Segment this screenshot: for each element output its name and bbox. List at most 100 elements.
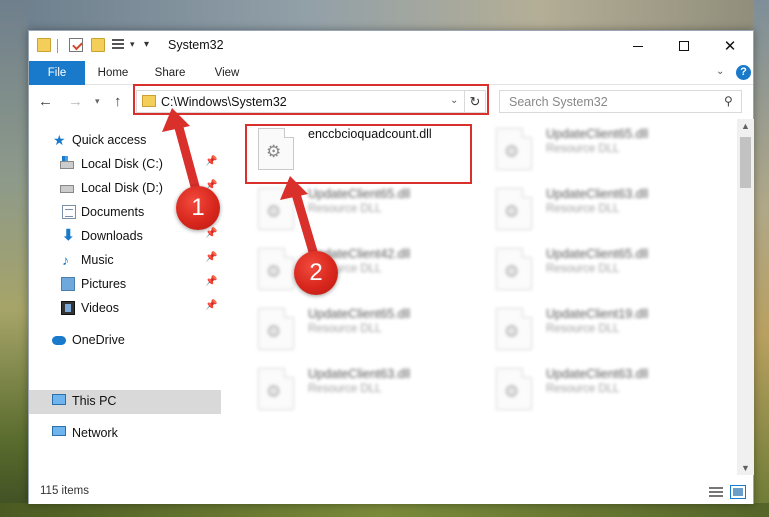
sidebar-item-videos[interactable]: Videos 📌 [29,297,221,320]
maximize-button[interactable] [661,31,707,61]
pin-icon[interactable]: 📌 [205,156,217,167]
close-button[interactable]: ✕ [707,31,753,61]
file-name: UpdateClient65.dll [546,127,649,141]
maximize-icon [679,41,689,51]
gear-icon: ⚙ [266,202,282,221]
large-icons-view-icon[interactable] [730,485,746,499]
sidebar-item-label: Local Disk (C:) [81,157,163,171]
forward-arrow-icon[interactable]: → [68,93,83,110]
file-item[interactable]: ⚙ UpdateClient63.dll Resource DLL [485,359,715,411]
dll-file-icon: ⚙ [496,128,532,170]
file-item[interactable]: ⚙ UpdateClient19.dll Resource DLL [485,299,715,351]
new-folder-icon[interactable] [91,38,105,52]
file-name: UpdateClient65.dll [308,187,411,201]
sidebar-item-quick-access[interactable]: ★ Quick access [29,129,221,152]
desktop-wallpaper-bottom [0,503,769,517]
sidebar-item-label: Videos [81,301,119,315]
sidebar-item-label: Music [81,253,114,267]
file-type: Resource DLL [308,203,382,215]
file-item[interactable]: ⚙ UpdateClient65.dll Resource DLL [485,119,715,171]
window-title: System32 [168,38,224,52]
scroll-up-icon[interactable]: ▲ [741,121,750,131]
expand-ribbon-icon[interactable]: ⌄ [716,66,724,77]
file-type: Resource DLL [546,323,620,335]
search-input[interactable]: Search System32 ⚲ [499,90,742,113]
chevron-down-icon[interactable]: ▾ [130,39,135,50]
scrollbar-thumb[interactable] [740,137,751,188]
sidebar-item-pictures[interactable]: Pictures 📌 [29,273,221,296]
tab-home[interactable]: Home [91,61,135,85]
file-highlight [245,124,472,184]
up-arrow-icon[interactable]: ↑ [114,93,122,110]
tab-view[interactable]: View [207,61,247,85]
star-icon: ★ [53,132,66,148]
file-type: Resource DLL [308,383,382,395]
sidebar-item-label: Local Disk (D:) [81,181,163,195]
desktop-wallpaper-left [0,0,28,517]
pin-icon[interactable]: 📌 [205,252,217,263]
file-item[interactable]: ⚙ UpdateClient65.dll Resource DLL [247,179,477,231]
pin-icon[interactable]: 📌 [205,300,217,311]
recent-locations-icon[interactable]: ▾ [95,96,100,107]
network-icon [52,426,66,436]
file-item[interactable]: ⚙ UpdateClient42.dll Resource DLL [247,239,477,291]
back-arrow-icon[interactable]: ← [38,93,53,110]
pin-icon[interactable]: 📌 [205,228,217,239]
file-name: UpdateClient63.dll [308,367,411,381]
search-placeholder: Search System32 [509,95,608,109]
gear-icon: ⚙ [266,262,282,281]
details-view-icon[interactable] [709,487,725,499]
navigation-pane: ★ Quick access Local Disk (C:) 📌 Local D… [29,119,221,474]
file-item[interactable]: ⚙ UpdateClient65.dll Resource DLL [485,239,715,291]
drive-c-icon [60,156,74,169]
step-2-marker: 2 [294,251,338,295]
dll-file-icon: ⚙ [496,368,532,410]
dll-file-icon: ⚙ [496,308,532,350]
dll-file-icon: ⚙ [496,248,532,290]
view-options-icon[interactable] [112,39,128,51]
file-item[interactable]: ⚙ UpdateClient63.dll Resource DLL [485,179,715,231]
file-name: UpdateClient63.dll [546,367,649,381]
ribbon-tabs: File Home Share View ⌄ ? [29,61,753,85]
desktop-wallpaper-right [754,0,769,517]
file-type: Resource DLL [546,203,620,215]
sidebar-item-label: Documents [81,205,145,219]
search-icon[interactable]: ⚲ [724,94,733,108]
tab-share[interactable]: Share [150,61,190,85]
tab-file[interactable]: File [29,61,85,85]
file-name: UpdateClient65.dll [546,247,649,261]
pin-icon[interactable]: 📌 [205,276,217,287]
dll-file-icon: ⚙ [496,188,532,230]
gear-icon: ⚙ [266,322,282,341]
gear-icon: ⚙ [504,322,520,341]
dll-file-icon: ⚙ [258,248,294,290]
music-icon: ♪ [62,252,69,268]
file-type: Resource DLL [308,323,382,335]
help-icon[interactable]: ? [736,65,751,80]
customize-toolbar-icon[interactable]: ▾ [144,39,149,50]
minimize-button[interactable] [615,31,661,61]
sidebar-item-music[interactable]: ♪ Music 📌 [29,249,221,272]
vertical-scrollbar[interactable]: ▲ ▼ [737,119,754,475]
sidebar-item-network[interactable]: Network [29,422,221,445]
sidebar-item-this-pc[interactable]: This PC [29,390,221,414]
gear-icon: ⚙ [504,142,520,161]
gear-icon: ⚙ [266,382,282,401]
drive-d-icon [60,185,74,193]
pictures-icon [61,277,75,291]
properties-icon[interactable] [69,38,83,52]
sidebar-item-onedrive[interactable]: OneDrive [29,329,221,352]
file-item[interactable]: ⚙ UpdateClient65.dll Resource DLL [247,299,477,351]
toolbar-separator [57,39,58,53]
file-item[interactable]: ⚙ UpdateClient63.dll Resource DLL [247,359,477,411]
scroll-down-icon[interactable]: ▼ [741,463,750,473]
sidebar-item-local-disk-c[interactable]: Local Disk (C:) 📌 [29,153,221,176]
gear-icon: ⚙ [504,262,520,281]
file-type: Resource DLL [546,383,620,395]
file-name: UpdateClient65.dll [308,307,411,321]
sidebar-item-label: Network [72,426,118,440]
sidebar-item-label: Quick access [72,133,147,147]
documents-icon [62,205,76,219]
file-name: UpdateClient63.dll [546,187,649,201]
item-count: 115 items [40,485,90,497]
